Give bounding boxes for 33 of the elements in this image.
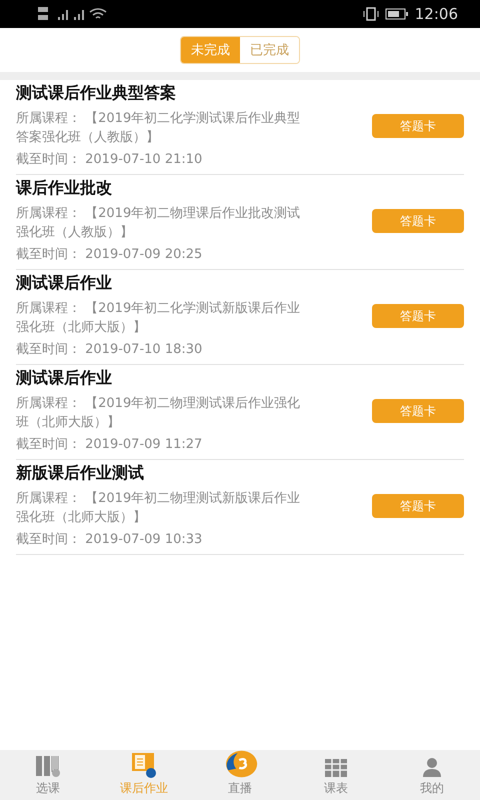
deadline-text: 截至时间： 2019-07-09 10:33 — [16, 531, 204, 549]
assignment-title: 测试课后作业 — [16, 368, 113, 389]
answer-sheet-button[interactable]: 答题卡 — [372, 494, 464, 518]
nav-tab[interactable]: 选课 — [0, 750, 96, 800]
assignment-title: 课后作业批改 — [16, 178, 113, 199]
deadline-text: 截至时间： 2019-07-09 11:27 — [16, 436, 204, 454]
answer-sheet-button[interactable]: 答题卡 — [372, 114, 464, 138]
books-icon — [35, 754, 61, 778]
clock-time: 12:06 — [414, 5, 458, 23]
course-text: 所属课程： 【2019年初二物理测试课后作业强化班（北师大版）】 — [16, 395, 302, 432]
deadline-text: 截至时间： 2019-07-10 18:30 — [16, 341, 204, 359]
nav-tab[interactable]: 课表 — [288, 750, 384, 800]
course-text: 所属课程： 【2019年初二物理测试新版课后作业强化班（北师大版）】 — [16, 490, 302, 527]
course-text: 所属课程： 【2019年初二化学测试课后作业典型答案强化班（人教版）】 — [16, 110, 302, 147]
answer-sheet-button[interactable]: 答题卡 — [372, 304, 464, 328]
course-text: 所属课程： 【2019年初二物理课后作业批改测试强化班（人教版）】 — [16, 205, 302, 242]
battery-icon — [384, 8, 409, 20]
answer-sheet-button[interactable]: 答题卡 — [372, 209, 464, 233]
answer-sheet-button[interactable]: 答题卡 — [372, 399, 464, 423]
document-icon — [131, 752, 157, 778]
filter-tab[interactable]: 未完成 — [181, 37, 240, 63]
vibrate-icon — [362, 7, 379, 21]
assignment-title: 新版课后作业测试 — [16, 463, 145, 484]
calendar-icon — [324, 756, 348, 778]
deadline-text: 截至时间： 2019-07-09 20:25 — [16, 246, 204, 264]
person-icon — [421, 756, 443, 778]
nav-tab[interactable]: 我的 — [384, 750, 480, 800]
assignment-title: 测试课后作业 — [16, 273, 113, 294]
assignment-title: 测试课后作业典型答案 — [16, 83, 177, 104]
nav-tab[interactable]: 课后作业 — [96, 750, 192, 800]
deadline-text: 截至时间： 2019-07-10 21:10 — [16, 151, 204, 169]
nav-tab[interactable]: 直播 — [192, 750, 288, 800]
course-text: 所属课程： 【2019年初二化学测试新版课后作业强化班（北师大版）】 — [16, 300, 302, 337]
